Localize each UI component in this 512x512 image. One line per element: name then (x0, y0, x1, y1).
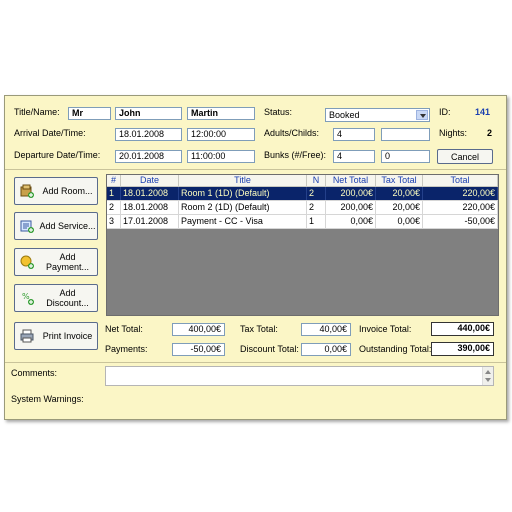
arrival-date-field[interactable]: 18.01.2008 (115, 128, 182, 141)
grid-header-total[interactable]: Total (423, 175, 498, 187)
totals-divider (5, 362, 506, 363)
grid-header-tax-total[interactable]: Tax Total (376, 175, 423, 187)
add-discount-label: Add Discount... (46, 288, 89, 308)
cell-total: 220,00€ (423, 187, 498, 200)
cancel-button-label: Cancel (450, 151, 479, 162)
bunks-field[interactable]: 4 (333, 150, 375, 163)
grid-header-date[interactable]: Date (121, 175, 179, 187)
cell-date: 17.01.2008 (121, 215, 179, 228)
cell-net-total: 0,00€ (326, 215, 376, 228)
outstanding-total-field: 390,00€ (431, 342, 494, 356)
add-payment-button[interactable]: Add Payment... (14, 248, 98, 276)
cell-title: Room 1 (1D) (Default) (179, 187, 307, 200)
add-discount-button[interactable]: % Add Discount... (14, 284, 98, 312)
chevron-down-icon[interactable] (416, 110, 428, 120)
adults-field[interactable]: 4 (333, 128, 375, 141)
status-select[interactable]: Booked (325, 108, 430, 122)
last-name-field[interactable]: Martin (187, 107, 255, 120)
grid-header-title[interactable]: Title (179, 175, 307, 187)
cell-number: 3 (107, 215, 121, 228)
payments-label: Payments: (105, 344, 148, 354)
cell-net-total: 200,00€ (326, 187, 376, 200)
cell-tax-total: 20,00€ (376, 187, 423, 200)
cell-title: Room 2 (1D) (Default) (179, 201, 307, 214)
comments-scrollbar[interactable] (482, 367, 493, 385)
table-row[interactable]: 3 17.01.2008 Payment - CC - Visa 1 0,00€… (107, 215, 498, 229)
departure-label: Departure Date/Time: (14, 150, 101, 160)
add-room-button[interactable]: Add Room... (14, 177, 98, 205)
table-row[interactable]: 2 18.01.2008 Room 2 (1D) (Default) 2 200… (107, 201, 498, 215)
cell-total: -50,00€ (423, 215, 498, 228)
grid-header-net-total[interactable]: Net Total (326, 175, 376, 187)
adults-childs-label: Adults/Childs: (264, 128, 320, 138)
childs-field[interactable] (381, 128, 430, 141)
invoice-total-field: 440,00€ (431, 322, 494, 336)
print-invoice-button[interactable]: Print Invoice (14, 322, 98, 350)
cell-tax-total: 20,00€ (376, 201, 423, 214)
tax-total-field: 40,00€ (301, 323, 351, 336)
nights-label: Nights: (439, 128, 468, 138)
title-name-label: Title/Name: (14, 107, 60, 117)
print-invoice-label: Print Invoice (42, 331, 93, 341)
add-service-button[interactable]: Add Service... (14, 212, 98, 240)
cell-number: 1 (107, 187, 121, 200)
invoice-grid[interactable]: # Date Title N Net Total Tax Total Total… (106, 174, 499, 316)
payments-field: -50,00€ (172, 343, 225, 356)
comments-field[interactable] (105, 366, 494, 386)
cell-n: 1 (307, 215, 326, 228)
printer-icon (20, 329, 34, 343)
status-value: Booked (329, 110, 360, 120)
invoice-total-label: Invoice Total: (359, 324, 412, 334)
cell-title: Payment - CC - Visa (179, 215, 307, 228)
cell-number: 2 (107, 201, 121, 214)
cancel-button[interactable]: Cancel (437, 149, 493, 164)
add-room-icon (20, 184, 34, 198)
scroll-down-icon[interactable] (485, 378, 491, 382)
booking-window: Title/Name: Mr John Martin Status: Booke… (4, 95, 507, 420)
cell-n: 2 (307, 187, 326, 200)
system-warnings-label: System Warnings: (11, 394, 84, 404)
comments-label: Comments: (11, 368, 58, 378)
add-payment-label: Add Payment... (45, 252, 90, 272)
arrival-label: Arrival Date/Time: (14, 128, 86, 138)
add-payment-icon (20, 255, 34, 269)
id-label: ID: (439, 107, 451, 117)
discount-total-label: Discount Total: (240, 344, 299, 354)
cell-date: 18.01.2008 (121, 187, 179, 200)
arrival-time-field[interactable]: 12:00:00 (187, 128, 255, 141)
bunks-label: Bunks (#/Free): (264, 150, 327, 160)
net-total-field: 400,00€ (172, 323, 225, 336)
net-total-label: Net Total: (105, 324, 143, 334)
cell-date: 18.01.2008 (121, 201, 179, 214)
cell-net-total: 200,00€ (326, 201, 376, 214)
add-discount-icon: % (20, 291, 34, 305)
cell-total: 220,00€ (423, 201, 498, 214)
grid-header-number[interactable]: # (107, 175, 121, 187)
bunks-free-field[interactable]: 0 (381, 150, 430, 163)
status-label: Status: (264, 107, 293, 117)
add-room-label: Add Room... (42, 186, 93, 196)
nights-value: 2 (487, 128, 493, 138)
departure-time-field[interactable]: 11:00:00 (187, 150, 255, 163)
departure-date-field[interactable]: 20.01.2008 (115, 150, 182, 163)
add-service-label: Add Service... (39, 221, 96, 231)
cell-tax-total: 0,00€ (376, 215, 423, 228)
svg-text:%: % (22, 292, 30, 301)
table-row[interactable]: 1 18.01.2008 Room 1 (1D) (Default) 2 200… (107, 187, 498, 201)
tax-total-label: Tax Total: (240, 324, 278, 334)
first-name-field[interactable]: John (115, 107, 182, 120)
discount-total-field: 0,00€ (301, 343, 351, 356)
add-service-icon (20, 219, 34, 233)
title-field[interactable]: Mr (68, 107, 111, 120)
scroll-up-icon[interactable] (485, 370, 491, 374)
id-value: 141 (475, 107, 491, 117)
cell-n: 2 (307, 201, 326, 214)
header-divider (5, 169, 506, 170)
grid-header-n[interactable]: N (307, 175, 326, 187)
outstanding-total-label: Outstanding Total: (359, 344, 432, 354)
